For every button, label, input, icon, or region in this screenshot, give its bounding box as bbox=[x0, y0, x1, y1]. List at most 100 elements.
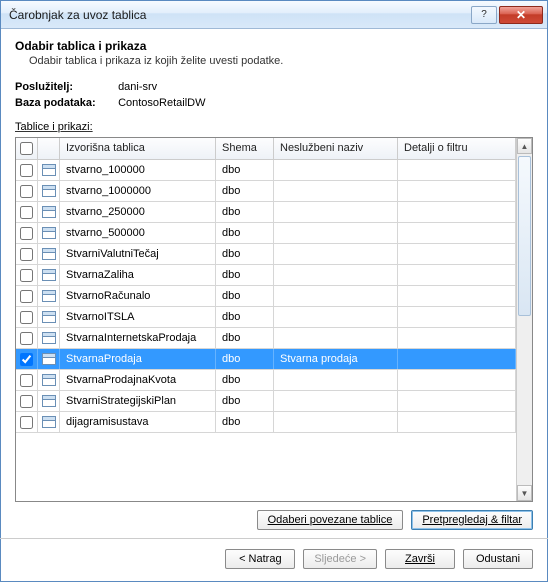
row-icon-cell bbox=[38, 181, 60, 201]
cancel-button[interactable]: Odustani bbox=[463, 549, 533, 569]
scroll-down-button[interactable]: ▼ bbox=[517, 485, 532, 501]
row-schema: dbo bbox=[216, 349, 274, 369]
row-friendly bbox=[274, 244, 398, 264]
back-button[interactable]: < Natrag bbox=[225, 549, 295, 569]
scroll-thumb[interactable] bbox=[518, 156, 531, 316]
row-checkbox-cell[interactable] bbox=[16, 244, 38, 264]
row-icon-cell bbox=[38, 160, 60, 180]
table-icon bbox=[42, 269, 56, 281]
row-icon-cell bbox=[38, 286, 60, 306]
row-checkbox-cell[interactable] bbox=[16, 286, 38, 306]
header-checkbox-cell[interactable] bbox=[16, 138, 38, 159]
row-checkbox-cell[interactable] bbox=[16, 328, 38, 348]
row-checkbox[interactable] bbox=[20, 185, 33, 198]
grid-inner: Izvorišna tablica Shema Neslužbeni naziv… bbox=[16, 138, 516, 501]
row-checkbox-cell[interactable] bbox=[16, 349, 38, 369]
row-checkbox[interactable] bbox=[20, 164, 33, 177]
table-row[interactable]: StvarnaProdajadboStvarna prodaja bbox=[16, 349, 516, 370]
table-icon bbox=[42, 395, 56, 407]
table-row[interactable]: dijagramisustavadbo bbox=[16, 412, 516, 433]
scroll-up-button[interactable]: ▲ bbox=[517, 138, 532, 154]
row-icon-cell bbox=[38, 307, 60, 327]
row-source: StvarniValutniTečaj bbox=[60, 244, 216, 264]
row-friendly bbox=[274, 265, 398, 285]
row-friendly: Stvarna prodaja bbox=[274, 349, 398, 369]
table-icon bbox=[42, 353, 56, 365]
header-filter[interactable]: Detalji o filtru bbox=[398, 138, 516, 159]
table-row[interactable]: StvarniValutniTečajdbo bbox=[16, 244, 516, 265]
server-row: Poslužitelj: dani-srv bbox=[15, 81, 533, 93]
select-all-checkbox[interactable] bbox=[20, 142, 33, 155]
finish-button[interactable]: Završi bbox=[385, 549, 455, 569]
scroll-track[interactable] bbox=[517, 154, 532, 485]
table-row[interactable]: StvarnaProdajnaKvotadbo bbox=[16, 370, 516, 391]
select-related-button[interactable]: Odaberi povezane tablice bbox=[257, 510, 404, 530]
row-checkbox-cell[interactable] bbox=[16, 265, 38, 285]
row-checkbox[interactable] bbox=[20, 416, 33, 429]
table-row[interactable]: StvarnoITSLAdbo bbox=[16, 307, 516, 328]
table-row[interactable]: stvarno_250000dbo bbox=[16, 202, 516, 223]
table-row[interactable]: StvarnaZalihadbo bbox=[16, 265, 516, 286]
row-schema: dbo bbox=[216, 181, 274, 201]
table-icon bbox=[42, 290, 56, 302]
row-checkbox[interactable] bbox=[20, 353, 33, 366]
row-source: StvarniStrategijskiPlan bbox=[60, 391, 216, 411]
row-checkbox-cell[interactable] bbox=[16, 223, 38, 243]
table-row[interactable]: stvarno_100000dbo bbox=[16, 160, 516, 181]
row-checkbox[interactable] bbox=[20, 290, 33, 303]
header-schema[interactable]: Shema bbox=[216, 138, 274, 159]
row-checkbox-cell[interactable] bbox=[16, 160, 38, 180]
row-source: StvarnoITSLA bbox=[60, 307, 216, 327]
grid-body: stvarno_100000dbostvarno_1000000dbostvar… bbox=[16, 160, 516, 501]
help-button[interactable]: ? bbox=[471, 6, 497, 24]
row-schema: dbo bbox=[216, 265, 274, 285]
header-friendly[interactable]: Neslužbeni naziv bbox=[274, 138, 398, 159]
close-button[interactable]: ✕ bbox=[499, 6, 543, 24]
row-icon-cell bbox=[38, 349, 60, 369]
database-value: ContosoRetailDW bbox=[118, 97, 205, 109]
row-icon-cell bbox=[38, 223, 60, 243]
row-checkbox[interactable] bbox=[20, 374, 33, 387]
row-checkbox-cell[interactable] bbox=[16, 391, 38, 411]
table-icon bbox=[42, 248, 56, 260]
page-subheading: Odabir tablica i prikaza iz kojih želite… bbox=[29, 55, 533, 67]
row-source: dijagramisustava bbox=[60, 412, 216, 432]
table-row[interactable]: StvarnaInternetskaProdajadbo bbox=[16, 328, 516, 349]
row-checkbox-cell[interactable] bbox=[16, 307, 38, 327]
row-friendly bbox=[274, 391, 398, 411]
row-checkbox[interactable] bbox=[20, 332, 33, 345]
row-schema: dbo bbox=[216, 370, 274, 390]
row-checkbox[interactable] bbox=[20, 248, 33, 261]
preview-filter-button[interactable]: Pretpregledaj & filtar bbox=[411, 510, 533, 530]
row-friendly bbox=[274, 307, 398, 327]
header-source[interactable]: Izvorišna tablica bbox=[60, 138, 216, 159]
table-row[interactable]: StvarnoRačunalodbo bbox=[16, 286, 516, 307]
row-schema: dbo bbox=[216, 223, 274, 243]
grid-action-buttons: Odaberi povezane tablice Pretpregledaj &… bbox=[15, 502, 533, 538]
row-checkbox-cell[interactable] bbox=[16, 181, 38, 201]
row-friendly bbox=[274, 223, 398, 243]
row-friendly bbox=[274, 328, 398, 348]
table-row[interactable]: stvarno_1000000dbo bbox=[16, 181, 516, 202]
row-checkbox-cell[interactable] bbox=[16, 202, 38, 222]
row-schema: dbo bbox=[216, 244, 274, 264]
server-label: Poslužitelj: bbox=[15, 81, 115, 93]
tables-grid: Izvorišna tablica Shema Neslužbeni naziv… bbox=[15, 137, 533, 502]
row-filter bbox=[398, 181, 516, 201]
row-checkbox-cell[interactable] bbox=[16, 370, 38, 390]
vertical-scrollbar[interactable]: ▲ ▼ bbox=[516, 138, 532, 501]
row-checkbox[interactable] bbox=[20, 227, 33, 240]
grid-header: Izvorišna tablica Shema Neslužbeni naziv… bbox=[16, 138, 516, 160]
table-row[interactable]: StvarniStrategijskiPlandbo bbox=[16, 391, 516, 412]
row-checkbox[interactable] bbox=[20, 206, 33, 219]
table-icon bbox=[42, 374, 56, 386]
row-source: stvarno_250000 bbox=[60, 202, 216, 222]
row-filter bbox=[398, 223, 516, 243]
table-row[interactable]: stvarno_500000dbo bbox=[16, 223, 516, 244]
row-checkbox-cell[interactable] bbox=[16, 412, 38, 432]
row-friendly bbox=[274, 202, 398, 222]
row-checkbox[interactable] bbox=[20, 269, 33, 282]
row-filter bbox=[398, 391, 516, 411]
row-checkbox[interactable] bbox=[20, 311, 33, 324]
row-checkbox[interactable] bbox=[20, 395, 33, 408]
